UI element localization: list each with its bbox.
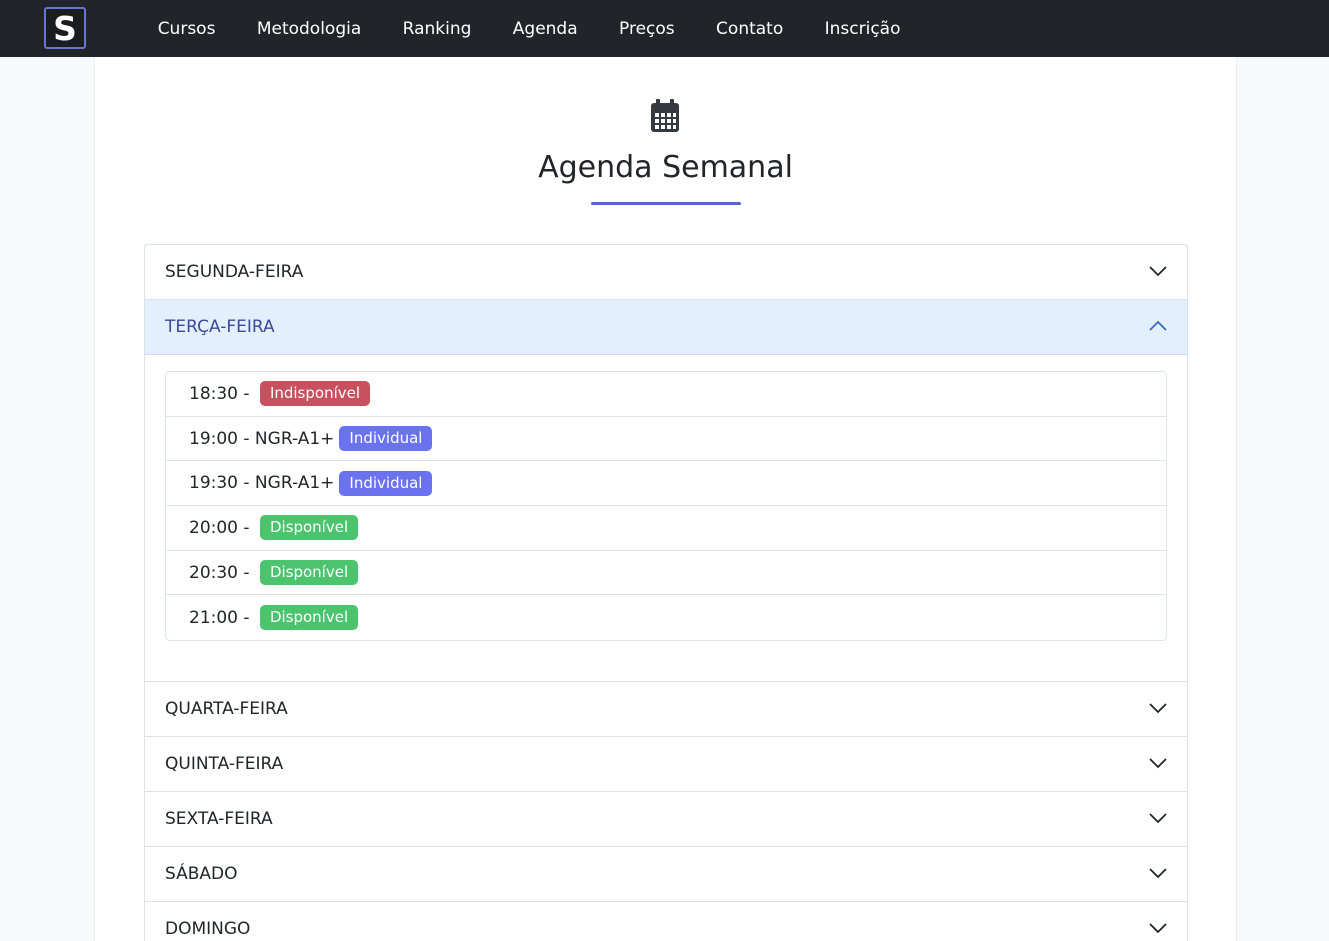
day-label: DOMINGO (165, 919, 251, 940)
chevron-down-icon (1149, 266, 1167, 277)
logo[interactable]: S (44, 7, 86, 49)
nav-link-ranking[interactable]: Ranking (382, 19, 492, 39)
chevron-up-icon (1149, 320, 1167, 331)
day-label: TERÇA-FEIRA (165, 317, 275, 337)
time-slot-row: 19:00 - NGR-A1+ Individual (166, 417, 1166, 462)
status-badge: Individual (339, 470, 433, 496)
accordion-header-segunda[interactable]: SEGUNDA-FEIRA (145, 245, 1187, 300)
chevron-down-icon (1149, 923, 1167, 934)
chevron-down-icon (1149, 868, 1167, 879)
time-slot-row: 20:00 - Disponível (166, 506, 1166, 551)
day-label: SEXTA-FEIRA (165, 809, 273, 830)
main-container: Agenda Semanal SEGUNDA-FEIRA TERÇA-FEIRA… (94, 57, 1237, 941)
chevron-down-icon (1149, 703, 1167, 714)
nav-link-agenda[interactable]: Agenda (492, 19, 598, 39)
accordion-header-sabado[interactable]: SÁBADO (145, 847, 1187, 903)
nav-link-contato[interactable]: Contato (695, 19, 804, 39)
top-navbar: S Cursos Metodologia Ranking Agenda Preç… (0, 0, 1329, 57)
slot-text: 19:00 - NGR-A1+ (189, 428, 335, 449)
weekly-accordion: SEGUNDA-FEIRA TERÇA-FEIRA 18:30 - Indisp… (144, 244, 1188, 941)
time-slot-row: 18:30 - Indisponível (166, 372, 1166, 417)
status-badge: Disponível (259, 515, 359, 541)
nav-link-cursos[interactable]: Cursos (137, 19, 236, 39)
nav-link-metodologia[interactable]: Metodologia (236, 19, 382, 39)
day-label: SÁBADO (165, 864, 238, 885)
accordion-body-terca: 18:30 - Indisponível 19:00 - NGR-A1+ Indi… (145, 355, 1187, 683)
page-title: Agenda Semanal (538, 150, 793, 185)
nav-link-precos[interactable]: Preços (598, 19, 695, 39)
accordion-header-quarta[interactable]: QUARTA-FEIRA (145, 682, 1187, 738)
nav-link-inscricao[interactable]: Inscrição (804, 19, 921, 39)
accordion-header-terca[interactable]: TERÇA-FEIRA (145, 300, 1187, 355)
calendar-icon (651, 99, 679, 132)
title-underline (591, 202, 741, 205)
time-slot-row: 19:30 - NGR-A1+ Individual (166, 461, 1166, 507)
chevron-down-icon (1149, 758, 1167, 769)
slot-text: 20:30 - (189, 562, 255, 583)
status-badge: Indisponível (259, 381, 371, 407)
day-label: QUARTA-FEIRA (165, 699, 288, 720)
accordion-header-sexta[interactable]: SEXTA-FEIRA (145, 792, 1187, 848)
status-badge: Disponível (259, 605, 359, 631)
status-badge: Disponível (259, 560, 359, 586)
slot-text: 21:00 - (189, 607, 255, 628)
time-slot-row: 21:00 - Disponível (166, 595, 1166, 640)
slot-text: 20:00 - (189, 517, 255, 538)
slot-text: 19:30 - NGR-A1+ (189, 473, 335, 494)
day-label: SEGUNDA-FEIRA (165, 262, 304, 282)
status-badge: Individual (339, 426, 433, 452)
accordion-header-domingo[interactable]: DOMINGO (145, 902, 1187, 941)
logo-letter: S (53, 8, 77, 48)
nav-menu: Cursos Metodologia Ranking Agenda Preços… (137, 0, 921, 57)
chevron-down-icon (1149, 813, 1167, 824)
time-slot-row: 20:30 - Disponível (166, 551, 1166, 596)
day-label: QUINTA-FEIRA (165, 754, 284, 775)
accordion-header-quinta[interactable]: QUINTA-FEIRA (145, 737, 1187, 793)
time-slot-list: 18:30 - Indisponível 19:00 - NGR-A1+ Indi… (165, 371, 1167, 642)
slot-text: 18:30 - (189, 383, 255, 404)
